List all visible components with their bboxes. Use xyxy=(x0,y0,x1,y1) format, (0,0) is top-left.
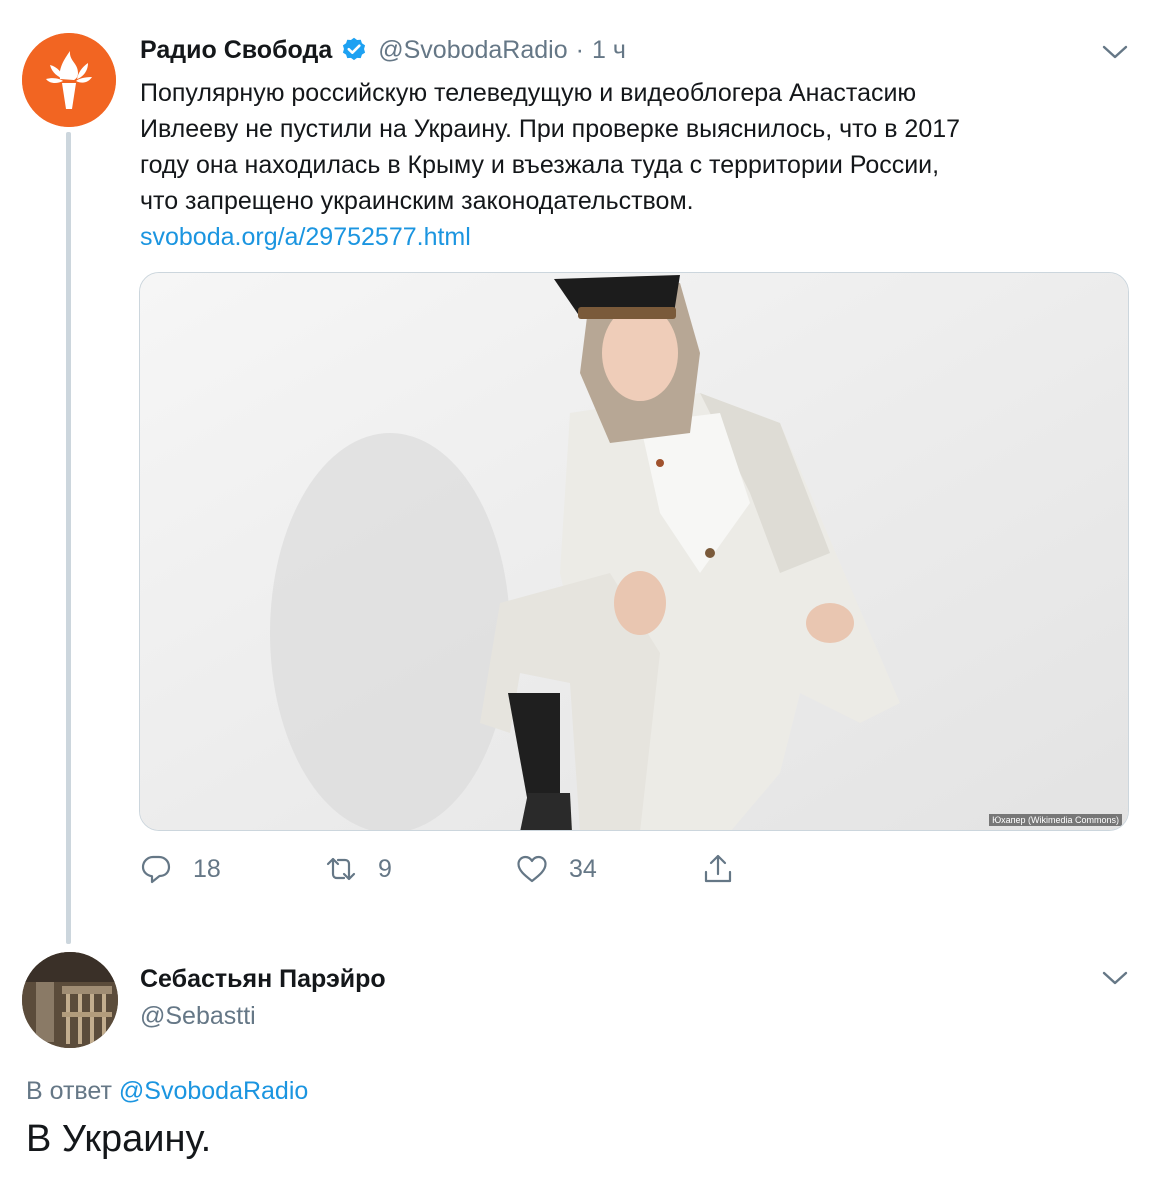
reply-author-display-name[interactable]: Себастьян Парэйро xyxy=(140,965,386,994)
tweet-text: Популярную российскую телеведущую и виде… xyxy=(140,75,1130,219)
reply-count: 18 xyxy=(193,854,221,883)
thread-connector-line xyxy=(66,132,71,944)
retweet-icon xyxy=(326,857,356,881)
reply-tweet-text: В Украину. xyxy=(26,1118,212,1160)
user-photo xyxy=(22,952,118,1048)
tweet-text-line: что запрещено украинским законодательств… xyxy=(140,187,694,215)
torch-logo-icon xyxy=(22,33,116,127)
reply-icon xyxy=(141,855,171,884)
author-display-name[interactable]: Радио Свобода xyxy=(140,36,332,65)
share-icon xyxy=(704,854,732,883)
author-handle[interactable]: @SvobodaRadio xyxy=(378,36,567,65)
photo-illustration xyxy=(140,273,1128,830)
reply-mention-link[interactable]: @SvobodaRadio xyxy=(119,1077,308,1105)
header-separator: · xyxy=(575,35,584,64)
reply-prefix: В ответ xyxy=(26,1077,112,1105)
tweet-text-line: Популярную российскую телеведущую и виде… xyxy=(140,79,917,107)
chevron-down-icon[interactable] xyxy=(1101,969,1129,987)
replying-to: В ответ @SvobodaRadio xyxy=(26,1077,308,1106)
reply-author-handle[interactable]: @Sebastti xyxy=(140,1002,256,1031)
article-link[interactable]: svoboda.org/a/29752577.html xyxy=(140,219,471,255)
share-button[interactable] xyxy=(701,848,735,890)
retweet-button[interactable]: 9 xyxy=(324,848,392,890)
avatar[interactable] xyxy=(22,33,116,127)
tweet-timestamp[interactable]: 1 ч xyxy=(592,36,626,65)
like-icon xyxy=(517,855,547,883)
tweet-text-line: Ивлееву не пустили на Украину. При прове… xyxy=(140,115,961,143)
media-credit: Юхапер (Wikimedia Commons) xyxy=(989,814,1122,826)
chevron-down-icon[interactable] xyxy=(1101,43,1129,61)
retweet-count: 9 xyxy=(378,854,392,883)
tweet-header: Радио Свобода @SvobodaRadio · 1 ч xyxy=(140,30,626,70)
like-count: 34 xyxy=(569,854,597,883)
avatar[interactable] xyxy=(22,952,118,1048)
reply-button[interactable]: 18 xyxy=(139,848,221,890)
verified-badge-icon xyxy=(343,37,366,61)
tweet-media-photo[interactable]: Юхапер (Wikimedia Commons) xyxy=(139,272,1129,831)
tweet-text-line: году она находилась в Крыму и въезжала т… xyxy=(140,151,940,179)
like-button[interactable]: 34 xyxy=(515,848,597,890)
tweet-actions: 18 9 34 xyxy=(139,848,759,890)
